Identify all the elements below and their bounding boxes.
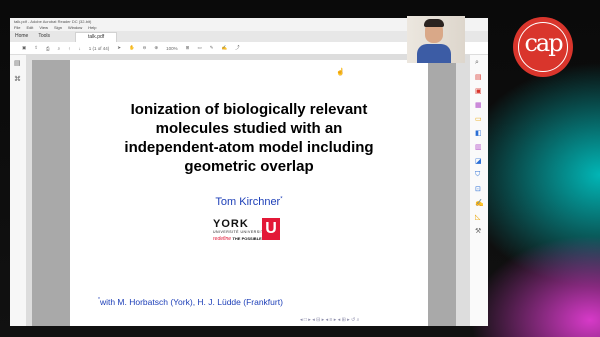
title-line-3: independent-atom model including [124,139,374,156]
tagline-2: THE POSSIBLE. [232,236,263,241]
page-margin-left [32,60,70,326]
prev-page-icon[interactable]: ↑ [68,46,70,51]
save-icon[interactable]: ▣ [22,45,26,51]
left-nav-pane: ▤ ⌘ [10,55,27,326]
create-pdf-icon[interactable]: ▣ [475,87,482,95]
menu-help[interactable]: Help [88,25,96,31]
edit-pdf-icon[interactable]: ▦ [475,101,482,109]
document-area: ▤ ⌘ Ionization of biologically relevant … [10,55,488,326]
page-indicator[interactable]: 1 (1 of 44) [89,46,110,51]
page-thumbnails-icon[interactable]: ▤ [14,59,21,67]
york-u-box: U [262,218,280,240]
presenter-hair [424,19,444,27]
highlight-icon[interactable]: ✎ [210,45,214,51]
more-tools-icon[interactable]: ⚒ [475,227,481,235]
next-page-icon[interactable]: ↓ [78,46,80,51]
collaborators: *with M. Horbatsch (York), H. J. Lüdde (… [98,297,283,307]
combine-files-icon[interactable]: ◧ [475,129,482,137]
webcam-video [407,16,465,63]
title-line-2: molecules studied with an [155,120,343,137]
slide-title: Ionization of biologically relevant mole… [70,100,428,176]
title-line-4: geometric overlap [184,158,314,175]
beamer-nav-icons[interactable]: ◂ □ ▸ ◂ ⊟ ▸ ◂ ≡ ▸ ◂ ⊞ ▸ ↺ ⌕ [300,317,359,323]
tab-home[interactable]: Home [10,31,33,42]
page-margin-right [428,60,456,326]
collaborators-text: with M. Horbatsch (York), H. J. Lüdde (F… [99,297,283,307]
sign-icon[interactable]: ✍ [222,45,228,51]
attachments-icon[interactable]: ⌘ [14,75,21,83]
zoom-in-icon[interactable]: ⊕ [154,45,158,51]
hand-tool-icon[interactable]: ✋ [129,45,135,51]
author-name: Tom Kirchner [215,196,281,208]
print-icon[interactable]: ⎙ [46,46,50,51]
zoom-level[interactable]: 100% [166,46,178,51]
author-mark: * [280,196,283,203]
title-line-1: Ionization of biologically relevant [130,101,368,118]
right-tools-pane: ⌕ ▤ ▣ ▦ ▭ ◧ ▥ ◪ ⛉ ⊡ ✍ ◺ ⚒ [469,55,488,326]
york-logo: YORK UNIVERSITÉ UNIVERSITY U redefine TH… [213,218,280,242]
menu-sign[interactable]: Sign [54,25,62,31]
fill-sign-icon[interactable]: ✍ [475,199,484,207]
cap-logo-text: cap [524,29,563,57]
presenter-body [417,44,451,63]
cap-logo: cap [513,17,573,77]
york-tagline: redefine THE POSSIBLE. [213,236,266,242]
zoom-out-icon[interactable]: ⊖ [143,45,147,51]
search-icon[interactable]: ⌕ [58,46,61,51]
tab-tools[interactable]: Tools [33,31,55,42]
comment-tool-icon[interactable]: ▭ [475,115,482,123]
redact-icon[interactable]: ◪ [475,157,482,165]
organize-pages-icon[interactable]: ▥ [475,143,482,151]
fit-page-icon[interactable]: ⊞ [186,45,190,51]
measure-icon[interactable]: ◺ [475,213,480,221]
tagline-1: redefine [213,236,232,242]
author: Tom Kirchner* [70,196,428,208]
acrobat-window: talk.pdf - Adobe Acrobat Reader DC (32-b… [10,18,488,326]
share-icon[interactable]: ⤴ [235,45,240,51]
export-pdf-icon[interactable]: ▤ [475,73,482,81]
pdf-page: Ionization of biologically relevant mole… [70,60,428,326]
hand-cursor-icon: ☝ [336,69,345,76]
cursor-tool-icon[interactable]: ➤ [117,45,121,51]
optimize-icon[interactable]: ⊡ [475,185,481,193]
tab-document[interactable]: talk.pdf [75,32,118,42]
upload-icon[interactable]: ⇪ [34,45,38,51]
comment-icon[interactable]: ▭ [197,45,201,51]
york-sub: UNIVERSITÉ UNIVERSITY [213,230,267,234]
york-wordmark: YORK [213,218,249,230]
menu-window[interactable]: Window [68,25,82,31]
search-tool-icon[interactable]: ⌕ [475,59,479,67]
protect-icon[interactable]: ⛉ [475,171,480,179]
